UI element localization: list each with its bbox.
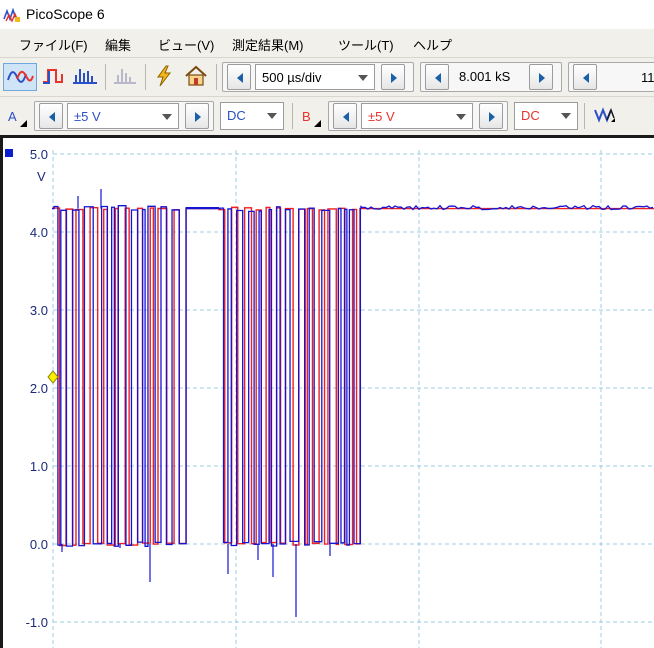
lightning-icon [157, 65, 172, 87]
channel-a-coupling-value: DC [227, 108, 246, 123]
chevron-down-icon [358, 75, 368, 81]
spectrum-mode-icon [73, 69, 97, 84]
default-setup-button[interactable] [182, 63, 210, 91]
channel-b-range-group: ±5 V [328, 101, 508, 131]
y-tick-label: -1.0 [26, 615, 48, 630]
trigger-marker-icon[interactable] [47, 370, 59, 384]
math-channels-button[interactable] [590, 102, 620, 130]
samples-increase-button[interactable] [529, 64, 553, 90]
samples-group: 8.001 kS [420, 62, 562, 92]
channel-a-axis-marker [5, 149, 13, 157]
captures-value: 11 [641, 70, 654, 85]
timebase-value: 500 µs/div [262, 70, 322, 85]
y-tick-label: 2.0 [30, 381, 48, 396]
channel-b-coupling-value: DC [521, 108, 540, 123]
channel-b-coupling-select[interactable]: DC [514, 102, 578, 130]
channel-b-range-increase-button[interactable] [479, 103, 503, 129]
home-icon [185, 65, 207, 86]
toolbar-separator [584, 103, 585, 129]
arrow-left-icon [435, 73, 441, 83]
arrow-left-icon [583, 73, 589, 83]
channel-b-label: B [302, 109, 311, 124]
channel-a-range-value: ±5 V [74, 109, 101, 124]
menu-measurements[interactable]: 測定結果(M) [232, 35, 304, 54]
arrow-left-icon [237, 73, 243, 83]
channel-a-coupling-select[interactable]: DC [220, 102, 284, 130]
menu-tools[interactable]: ツール(T) [338, 35, 394, 54]
dropdown-corner-icon [20, 120, 27, 127]
captures-group: 11 [568, 62, 654, 92]
toolbar-separator [105, 64, 106, 90]
channel-b-button[interactable]: B [298, 102, 326, 130]
scope-mode-icon [7, 70, 34, 83]
main-toolbar: 500 µs/div 8.001 kS 11 [0, 58, 654, 97]
y-tick-label: 4.0 [30, 225, 48, 240]
samples-field[interactable]: 8.001 kS [453, 64, 525, 90]
captures-decrease-button[interactable] [573, 64, 597, 90]
timebase-increase-button[interactable] [381, 64, 405, 90]
y-tick-label: 0.0 [30, 537, 48, 552]
timebase-group: 500 µs/div [222, 62, 414, 92]
arrow-right-icon [489, 112, 495, 122]
y-tick-label: 1.0 [30, 459, 48, 474]
window-title: PicoScope 6 [26, 6, 105, 22]
persistence-mode-button[interactable] [40, 63, 68, 91]
arrow-left-icon [49, 112, 55, 122]
toolbar-separator [145, 64, 146, 90]
title-bar: PicoScope 6 [0, 0, 654, 29]
menu-file[interactable]: ファイル(F) [19, 35, 88, 54]
channel-a-label: A [8, 109, 17, 124]
scope-mode-button[interactable] [3, 63, 37, 91]
channel-a-range-group: ±5 V [34, 101, 214, 131]
y-tick-label: 5.0 [30, 147, 48, 162]
menu-bar: ファイル(F) 編集 ビュー(V) 測定結果(M) ツール(T) ヘルプ [0, 29, 654, 58]
plot-traces [52, 189, 654, 617]
channel-a-range-decrease-button[interactable] [39, 103, 63, 129]
toolbar-separator [292, 103, 293, 129]
dropdown-corner-icon [314, 120, 321, 127]
chevron-down-icon [561, 113, 571, 119]
toolbar-separator [216, 64, 217, 90]
samples-value: 8.001 kS [459, 69, 511, 84]
menu-edit[interactable]: 編集 [105, 35, 131, 54]
chevron-down-icon [162, 114, 172, 120]
samples-decrease-button[interactable] [425, 64, 449, 90]
channel-a-range-select[interactable]: ±5 V [67, 103, 179, 129]
channel-b-range-value: ±5 V [368, 109, 395, 124]
y-tick-label: 3.0 [30, 303, 48, 318]
channel-toolbar: A ±5 V DC B ±5 V DC [0, 97, 654, 135]
channel-options-button[interactable] [110, 63, 140, 91]
channel-a-button[interactable]: A [4, 102, 32, 130]
menu-help[interactable]: ヘルプ [413, 35, 452, 54]
chevron-down-icon [456, 114, 466, 120]
scope-plot[interactable]: 5.0 4.0 3.0 2.0 1.0 0.0 -1.0 V [0, 138, 654, 648]
persistence-mode-icon [43, 69, 63, 84]
y-axis-ticks: 5.0 4.0 3.0 2.0 1.0 0.0 -1.0 [26, 147, 48, 630]
chevron-down-icon [267, 113, 277, 119]
channel-b-range-select[interactable]: ±5 V [361, 103, 473, 129]
menu-view[interactable]: ビュー(V) [158, 35, 214, 54]
waveform-icon [594, 107, 615, 123]
spectrum-mode-button[interactable] [70, 63, 100, 91]
channel-b-range-decrease-button[interactable] [333, 103, 357, 129]
y-axis-unit: V [37, 169, 46, 184]
timebase-select[interactable]: 500 µs/div [255, 64, 375, 90]
timebase-decrease-button[interactable] [227, 64, 251, 90]
arrow-right-icon [391, 73, 397, 83]
picoscope-logo-icon [3, 7, 20, 23]
arrow-left-icon [343, 112, 349, 122]
auto-setup-button[interactable] [150, 63, 178, 91]
arrow-right-icon [539, 73, 545, 83]
arrow-right-icon [195, 112, 201, 122]
channel-a-range-increase-button[interactable] [185, 103, 209, 129]
disabled-spectrum-icon [114, 69, 136, 84]
